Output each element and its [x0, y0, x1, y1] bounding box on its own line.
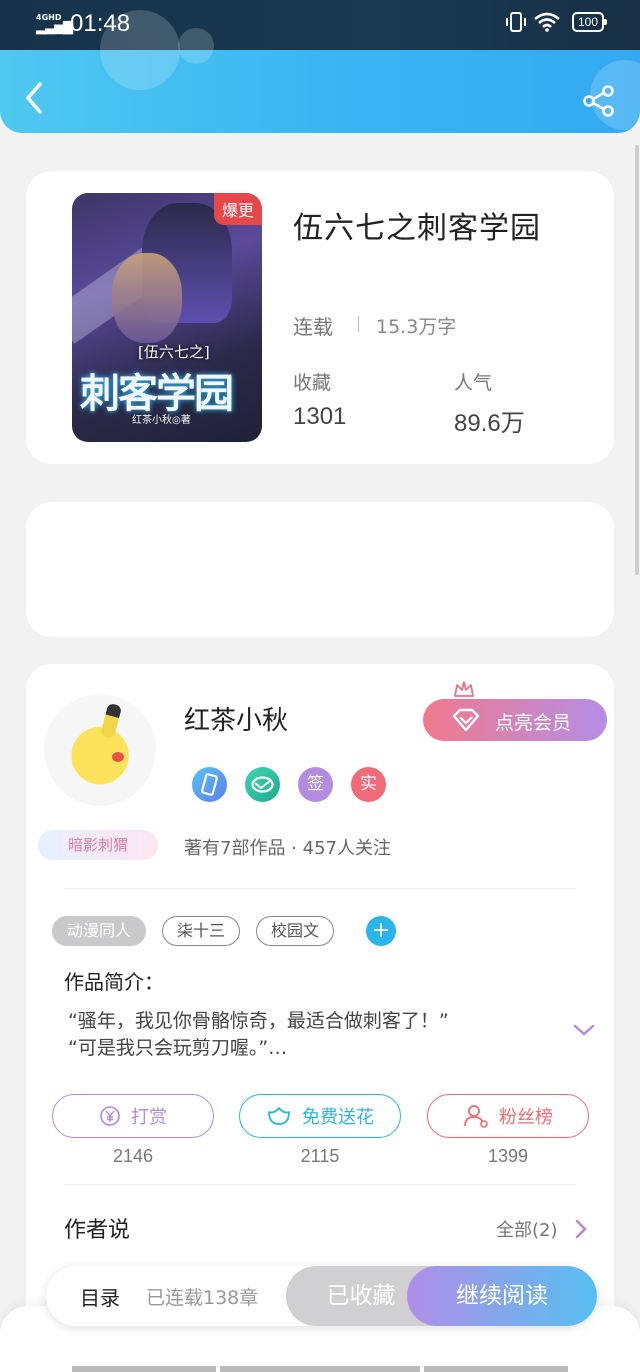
vip-button-label: 点亮会员	[495, 712, 572, 734]
status-icons: 100	[505, 12, 608, 32]
yen-icon	[100, 1106, 120, 1126]
tip-label: 打赏	[131, 1107, 167, 1128]
tip-button[interactable]: 打赏	[52, 1094, 214, 1138]
book-title: 伍六七之刺客学园	[293, 211, 541, 246]
scrollbar[interactable]	[635, 145, 639, 575]
flower-count: 2115	[300, 1146, 340, 1166]
continue-reading-button[interactable]: 继续阅读	[407, 1266, 597, 1326]
tag-anime-fanfic[interactable]: 动漫同人	[52, 916, 147, 946]
empty-card	[26, 502, 614, 637]
toc-button[interactable]: 目录	[80, 1282, 120, 1311]
word-count: 15.3万字	[376, 316, 457, 338]
send-flower-button[interactable]: 免费送花	[239, 1094, 401, 1138]
fan-ranking-label: 粉丝榜	[499, 1107, 553, 1128]
chevron-right-icon[interactable]	[574, 1218, 588, 1240]
bottom-strip	[220, 1366, 420, 1372]
author-says-heading: 作者说	[64, 1218, 131, 1243]
decor-bubble	[178, 28, 214, 64]
fan-ranking-button[interactable]: 粉丝榜	[427, 1094, 589, 1138]
divider	[358, 316, 359, 332]
avatar-art	[99, 702, 123, 740]
intro-text: “骚年，我见你骨骼惊奇，最适合做刺客了！” “可是我只会玩剪刀喔。”…	[68, 1008, 528, 1062]
book-info-card: 爆更 [伍六七之] 刺客学园 红茶小秋◎著 伍六七之刺客学园 连载 15.3万字…	[26, 171, 614, 464]
genre-tags: 动漫同人 柒十三 校园文 +	[52, 916, 397, 946]
tag-campus[interactable]: 校园文	[256, 916, 335, 946]
intro-line: “骚年，我见你骨骼惊奇，最适合做刺客了！”	[68, 1010, 449, 1032]
diamond-icon	[452, 708, 480, 732]
divider	[64, 888, 576, 889]
share-icon[interactable]	[582, 84, 616, 118]
activate-vip-button[interactable]: 点亮会员	[423, 699, 607, 741]
chevron-down-icon[interactable]	[572, 1022, 596, 1038]
book-status: 连载	[293, 315, 333, 339]
hot-update-badge: 爆更	[213, 193, 262, 225]
bottom-strip	[424, 1366, 568, 1372]
header	[0, 10, 640, 133]
favorites-value: 1301	[293, 403, 347, 430]
author-says-all-link[interactable]: 全部(2)	[496, 1216, 558, 1242]
signal-icon: ▂▃▅▇	[36, 20, 73, 35]
decor-bubble	[100, 10, 180, 90]
bottom-action-bar: 目录 已连载138章 已收藏 继续阅读	[46, 1266, 597, 1326]
back-icon[interactable]	[20, 80, 50, 116]
sign-badge[interactable]: 签	[298, 767, 333, 802]
avatar-art	[112, 752, 124, 762]
divider	[64, 1184, 576, 1185]
intro-line: “可是我只会玩剪刀喔。”…	[68, 1037, 288, 1059]
handshake-badge-icon[interactable]	[245, 767, 280, 802]
bottom-strip	[72, 1366, 216, 1372]
author-badges: 签 实	[192, 767, 386, 802]
tag-qishisan[interactable]: 柒十三	[162, 916, 241, 946]
add-tag-button[interactable]: +	[366, 916, 397, 946]
author-title-badge: 暗影刺猬	[38, 830, 158, 860]
wifi-icon	[534, 12, 560, 32]
phone-badge-icon[interactable]	[192, 767, 227, 802]
cover-author: 红茶小秋◎著	[132, 415, 191, 426]
send-flower-label: 免费送花	[302, 1107, 374, 1128]
crown-icon	[454, 681, 474, 697]
cover-art	[112, 253, 182, 343]
popularity-label: 人气	[454, 372, 493, 394]
status-bar: 4GHD ▂▃▅▇ 01:48 100	[0, 0, 640, 50]
fan-count: 1399	[487, 1146, 529, 1166]
popularity-value: 89.6万	[454, 410, 525, 437]
tip-count: 2146	[112, 1146, 154, 1166]
book-cover[interactable]: 爆更 [伍六七之] 刺客学园 红茶小秋◎著	[72, 193, 262, 442]
network-indicator: 4GHD ▂▃▅▇	[36, 12, 73, 35]
vibrate-icon	[505, 12, 526, 32]
favorites-label: 收藏	[293, 372, 332, 394]
chapter-count[interactable]: 已连载138章	[146, 1283, 258, 1310]
fans-icon	[464, 1105, 488, 1128]
intro-label: 作品简介：	[64, 970, 164, 994]
avatar[interactable]	[44, 694, 156, 806]
author-stats: 著有7部作品 · 457人关注	[184, 838, 391, 859]
flower-icon	[268, 1107, 290, 1125]
cover-subtitle: [伍六七之]	[138, 343, 210, 361]
real-badge[interactable]: 实	[351, 767, 386, 802]
battery-icon: 100	[571, 12, 608, 32]
author-name[interactable]: 红茶小秋	[184, 700, 288, 737]
